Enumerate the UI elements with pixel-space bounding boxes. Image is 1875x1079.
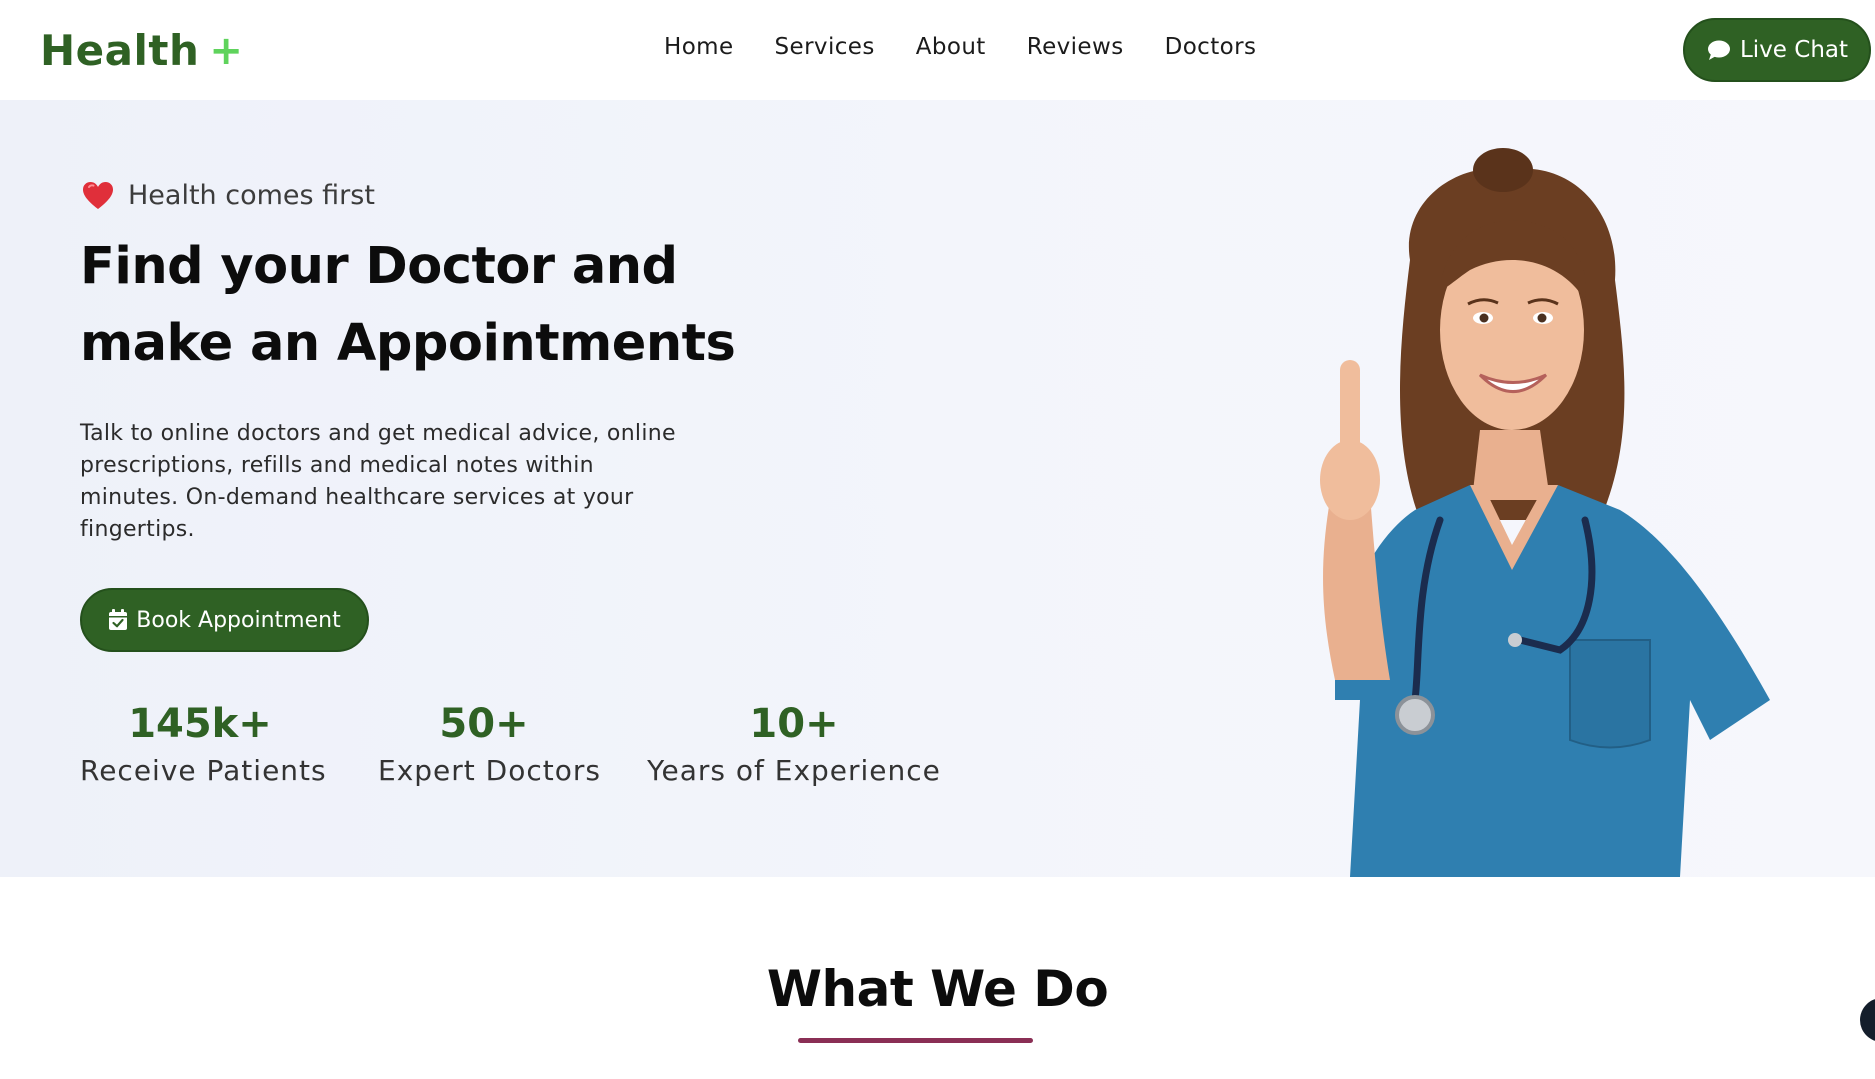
stat-doctors: 50+ Expert Doctors	[378, 698, 601, 787]
stat-value: 50+	[439, 701, 529, 747]
chat-bubble-icon	[1707, 40, 1730, 60]
logo-text: Health	[40, 26, 200, 75]
live-chat-label: Live Chat	[1739, 37, 1849, 63]
stat-label: Years of Experience	[647, 754, 941, 787]
stat-label: Expert Doctors	[378, 754, 601, 787]
calendar-check-icon	[109, 609, 128, 630]
section-title: What We Do	[766, 960, 1109, 1018]
stat-label: Receive Patients	[80, 754, 327, 787]
section-title-underline	[798, 1038, 1033, 1043]
stat-value: 145k+	[128, 701, 272, 747]
hero-title: Find your Doctor and make an Appointment…	[80, 228, 840, 382]
hero-description: Talk to online doctors and get medical a…	[80, 421, 676, 542]
nav-link-services[interactable]: Services	[775, 34, 875, 60]
book-appointment-button[interactable]: Book Appointment	[80, 588, 369, 652]
main-nav: Home Services About Reviews Doctors	[664, 34, 1297, 60]
navbar: Health + Home Services About Reviews Doc…	[0, 0, 1875, 100]
nav-link-doctors[interactable]: Doctors	[1165, 34, 1257, 60]
stat-experience: 10+ Years of Experience	[646, 698, 942, 787]
hero-title-line-1: Find your Doctor and	[80, 237, 678, 296]
nav-link-home[interactable]: Home	[664, 34, 734, 60]
hero-section: Health comes first Find your Doctor and …	[0, 100, 1875, 877]
book-appointment-label: Book Appointment	[136, 607, 341, 633]
stat-patients: 145k+ Receive Patients	[80, 698, 327, 787]
stat-value: 10+	[749, 701, 839, 747]
nav-link-about[interactable]: About	[916, 34, 986, 60]
hero-title-line-2: make an Appointments	[80, 314, 736, 373]
doctor-image	[1320, 148, 1770, 877]
logo-plus-icon: +	[209, 27, 244, 74]
hero-stats: 145k+ Receive Patients 50+ Expert Doctor…	[80, 698, 980, 808]
nav-link-reviews[interactable]: Reviews	[1027, 34, 1124, 60]
live-chat-button[interactable]: Live Chat	[1683, 18, 1871, 82]
hero-tagline: Health comes first	[82, 180, 375, 211]
heart-icon	[83, 181, 113, 209]
logo[interactable]: Health +	[40, 26, 243, 75]
tagline-text: Health comes first	[128, 180, 375, 211]
